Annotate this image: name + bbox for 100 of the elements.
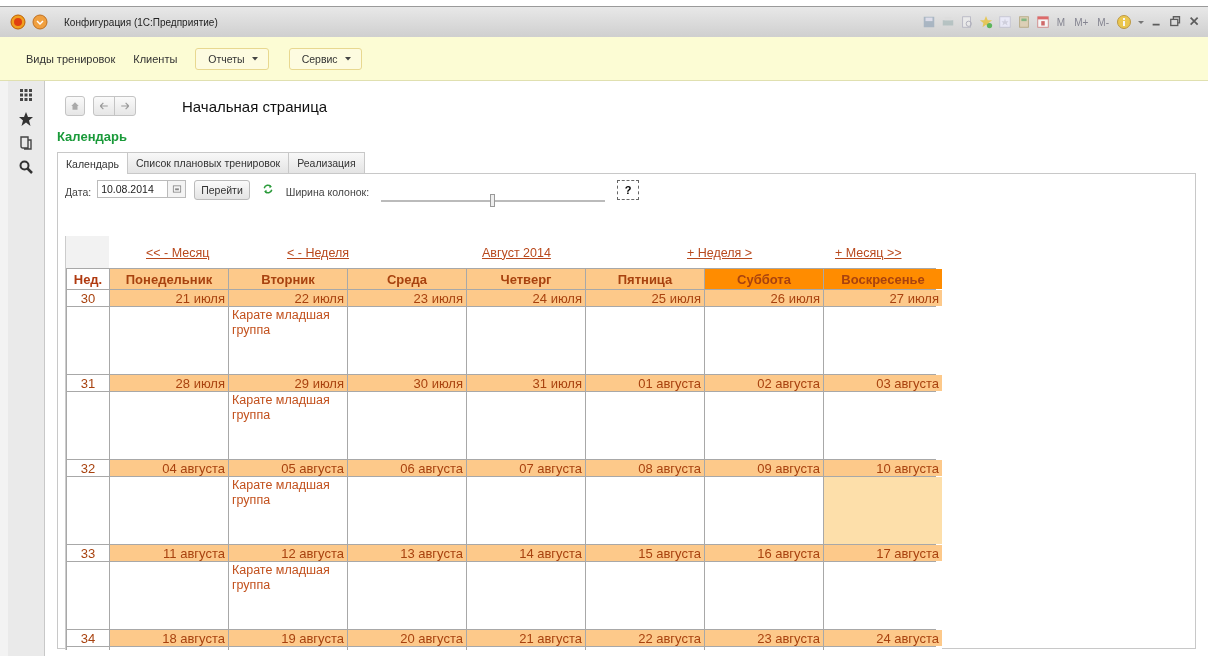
event-item[interactable]: Карате младшая группа	[229, 562, 347, 594]
info-icon[interactable]	[1116, 14, 1132, 30]
tab[interactable]: Список плановых тренировок	[127, 152, 290, 173]
day-cell[interactable]	[467, 562, 585, 629]
day-cell[interactable]	[467, 392, 585, 459]
date-cell: 13 августа	[348, 545, 466, 561]
preview-icon[interactable]	[959, 15, 974, 29]
date-cell: 23 июля	[348, 290, 466, 306]
calendar-nav-link[interactable]: + Неделя >	[687, 245, 753, 260]
calendar-icon[interactable]	[1035, 15, 1050, 29]
app-logo-icon[interactable]	[10, 14, 26, 30]
pages-icon[interactable]	[18, 135, 34, 151]
date-cell: 02 августа	[705, 375, 823, 391]
day-cell[interactable]	[348, 392, 466, 459]
forward-arrow-icon[interactable]	[119, 101, 131, 111]
calculator-icon[interactable]	[1016, 15, 1031, 29]
calendar-icon[interactable]	[171, 184, 182, 194]
star-add-icon[interactable]	[978, 15, 993, 29]
date-cell: 06 августа	[348, 460, 466, 476]
day-cell[interactable]	[824, 477, 942, 544]
menu-dropdown[interactable]: Сервис	[288, 47, 362, 70]
day-cell[interactable]	[110, 477, 228, 544]
apps-icon[interactable]	[18, 87, 34, 103]
week-number: 33	[67, 545, 109, 561]
window-title: Конфигурация (1С:Предприятие)	[64, 16, 219, 28]
menu-dropdown[interactable]: Отчеты	[195, 47, 269, 70]
caret-icon[interactable]	[1137, 18, 1145, 26]
day-cell[interactable]	[705, 307, 823, 374]
weekday-header: Пятница	[586, 269, 704, 289]
weekday-header: Воскресенье	[824, 269, 942, 289]
date-cell: 21 августа	[467, 630, 585, 646]
day-cell[interactable]: Карате младшая группа	[229, 307, 347, 374]
star-icon[interactable]	[18, 111, 34, 127]
slider-thumb[interactable]	[490, 194, 496, 207]
date-cell: 20 августа	[348, 630, 466, 646]
day-cell[interactable]	[467, 477, 585, 544]
memory-button[interactable]: M+	[1072, 16, 1091, 28]
weekday-header: Вторник	[229, 269, 347, 289]
restore-icon[interactable]	[1169, 15, 1183, 29]
calendar-nav-link[interactable]: < - Неделя	[287, 245, 349, 260]
memory-button[interactable]: M-	[1095, 16, 1111, 28]
day-cell[interactable]: Карате младшая группа	[229, 562, 347, 629]
day-cell[interactable]	[705, 562, 823, 629]
date-cell: 09 августа	[705, 460, 823, 476]
event-item[interactable]: Карате младшая группа	[229, 307, 347, 339]
date-cell: 15 августа	[586, 545, 704, 561]
date-cell: 30 июля	[348, 375, 466, 391]
home-button[interactable]	[65, 96, 85, 116]
week-blank-cell	[67, 307, 109, 374]
menu-item[interactable]: Клиенты	[133, 52, 178, 65]
event-item[interactable]: Карате младшая группа	[229, 477, 347, 509]
calendar-nav-link[interactable]: Август 2014	[482, 245, 551, 260]
date-cell: 25 июля	[586, 290, 704, 306]
day-cell[interactable]: Карате младшая группа	[229, 392, 347, 459]
day-cell[interactable]	[705, 477, 823, 544]
day-cell[interactable]	[348, 307, 466, 374]
tab[interactable]: Реализация	[288, 152, 365, 173]
date-field[interactable]: 10.08.2014	[97, 180, 169, 198]
date-cell: 22 июля	[229, 290, 347, 306]
date-cell: 04 августа	[110, 460, 228, 476]
week-number: 32	[67, 460, 109, 476]
day-cell[interactable]	[586, 562, 704, 629]
calendar-button[interactable]	[168, 180, 187, 198]
search-icon[interactable]	[18, 159, 34, 175]
column-width-slider[interactable]	[381, 194, 606, 208]
day-cell[interactable]	[348, 562, 466, 629]
day-cell[interactable]	[586, 307, 704, 374]
date-cell: 19 августа	[229, 630, 347, 646]
back-arrow-icon[interactable]	[98, 101, 110, 111]
save-icon[interactable]	[921, 15, 936, 29]
week-number: 34	[67, 630, 109, 646]
memory-button[interactable]: M	[1054, 16, 1068, 28]
menu-icon[interactable]	[32, 14, 48, 30]
home-icon[interactable]	[70, 101, 80, 111]
tab[interactable]: Календарь	[57, 152, 128, 174]
date-cell: 24 июля	[467, 290, 585, 306]
calendar-nav-link[interactable]: << - Месяц	[146, 245, 210, 260]
weekday-header: Суббота	[705, 269, 823, 289]
day-cell[interactable]	[586, 392, 704, 459]
day-cell[interactable]	[586, 477, 704, 544]
week-header: Нед.	[67, 269, 109, 289]
day-cell[interactable]	[110, 562, 228, 629]
date-cell: 07 августа	[467, 460, 585, 476]
go-button[interactable]: Перейти	[194, 180, 250, 200]
menu-item[interactable]: Виды тренировок	[26, 52, 116, 65]
day-cell[interactable]	[705, 392, 823, 459]
weekday-header: Четверг	[467, 269, 585, 289]
day-cell[interactable]	[467, 307, 585, 374]
date-cell: 16 августа	[705, 545, 823, 561]
date-cell: 26 июля	[705, 290, 823, 306]
refresh-icon[interactable]	[261, 183, 274, 195]
day-cell[interactable]	[348, 477, 466, 544]
calendar-nav-link[interactable]: + Месяц >>	[835, 245, 902, 260]
help-button[interactable]: ?	[617, 180, 640, 200]
date-cell: 28 июля	[110, 375, 228, 391]
day-cell[interactable]	[110, 307, 228, 374]
date-cell: 27 июля	[824, 290, 942, 306]
event-item[interactable]: Карате младшая группа	[229, 392, 347, 424]
day-cell[interactable]	[110, 392, 228, 459]
day-cell[interactable]: Карате младшая группа	[229, 477, 347, 544]
